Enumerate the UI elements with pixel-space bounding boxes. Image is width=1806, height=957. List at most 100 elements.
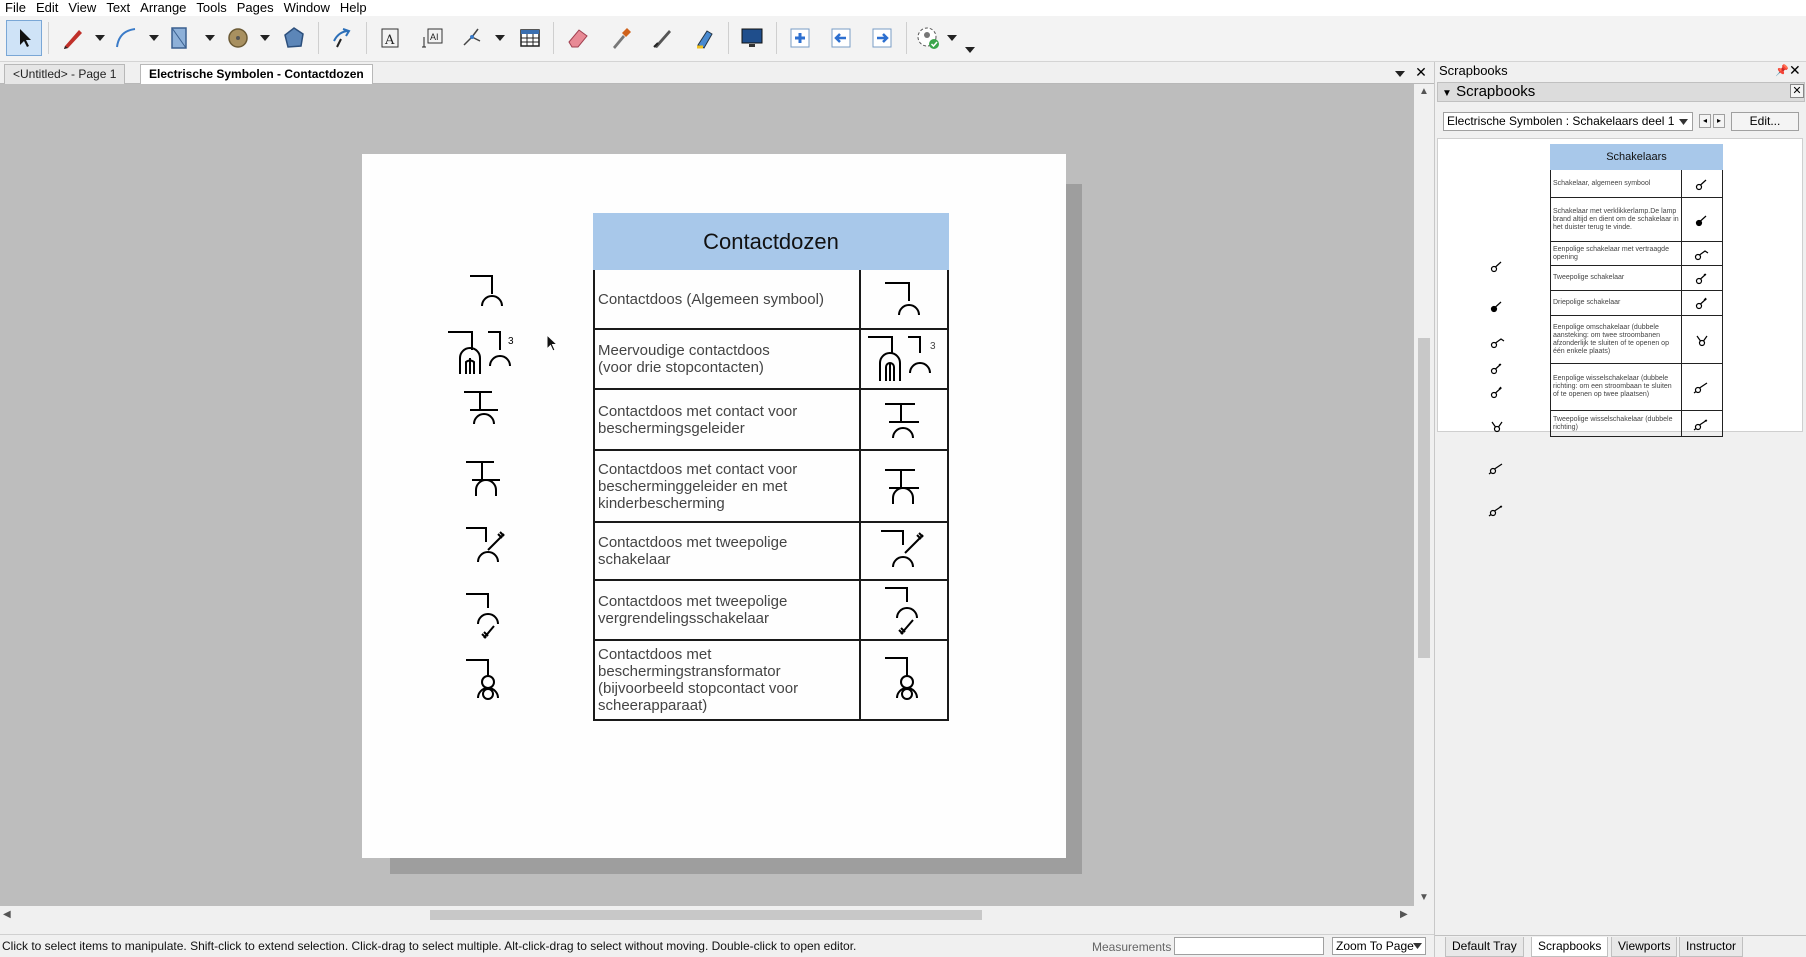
vertical-scrollbar[interactable]: ▲ ▼ — [1414, 84, 1434, 906]
contactdozen-table[interactable]: Contactdozen Contactdoos (Algemeen symbo… — [593, 213, 949, 721]
toolbar-overflow-icon[interactable] — [964, 44, 976, 56]
multiple-socket-symbol[interactable]: 3 — [446, 330, 526, 380]
vertical-scroll-thumb[interactable] — [1418, 338, 1430, 658]
tabs-dropdown-icon[interactable] — [1394, 66, 1408, 80]
table-icon — [520, 29, 540, 47]
switch-general-symbol[interactable] — [1490, 259, 1504, 273]
tab-instructor[interactable]: Instructor — [1679, 937, 1744, 957]
socket-protective-conductor-symbol[interactable] — [462, 390, 510, 430]
scroll-down-icon[interactable]: ▼ — [1419, 892, 1429, 903]
rectangle-tool-button[interactable] — [162, 20, 198, 56]
menu-help[interactable]: Help — [335, 0, 372, 16]
polygon-tool-button[interactable] — [276, 20, 312, 56]
shape-dropdown-icon[interactable] — [204, 32, 216, 44]
table-row[interactable]: Driepolige schakelaar — [1550, 291, 1723, 316]
knife-tool-button[interactable] — [644, 20, 680, 56]
scroll-right-icon[interactable]: ▶ — [1400, 909, 1408, 920]
menu-text[interactable]: Text — [101, 0, 135, 16]
eyedropper-tool-button[interactable] — [602, 20, 638, 56]
table-row[interactable]: Tweepolige wisselschakelaar (dubbele ric… — [1550, 411, 1723, 437]
pin-icon[interactable]: 📌 — [1775, 64, 1789, 77]
line-dropdown-icon[interactable] — [148, 32, 160, 44]
menu-view[interactable]: View — [63, 0, 101, 16]
menu-pages[interactable]: Pages — [232, 0, 279, 16]
add-page-button[interactable] — [782, 20, 818, 56]
highlighter-tool-button[interactable] — [686, 20, 722, 56]
table-row[interactable]: Eenpolige schakelaar met vertraagde open… — [1550, 242, 1723, 266]
row-description: Eenpolige schakelaar met vertraagde open… — [1551, 242, 1682, 265]
table-row[interactable]: Tweepolige schakelaar — [1550, 266, 1723, 291]
tab-default-tray[interactable]: Default Tray — [1445, 937, 1524, 957]
table-tool-button[interactable] — [512, 20, 548, 56]
scrapbooks-section-header[interactable]: ▼ Scrapbooks ✕ — [1437, 82, 1805, 102]
scrapbook-prev-icon[interactable]: ◂ — [1699, 114, 1711, 128]
switch-two-pole-alternating-symbol[interactable] — [1488, 503, 1506, 517]
table-row[interactable]: Meervoudige contactdoos (voor drie stopc… — [593, 330, 949, 390]
previous-page-icon — [831, 28, 851, 48]
switch-three-pole-symbol[interactable] — [1490, 385, 1504, 399]
schakelaars-table[interactable]: Schakelaars Schakelaar, algemeen symbool… — [1550, 144, 1723, 437]
presentation-tool-button[interactable] — [734, 20, 770, 56]
select-tool-button[interactable] — [6, 20, 42, 56]
socket-two-pole-switch-symbol[interactable] — [464, 526, 512, 570]
tab-viewports[interactable]: Viewports — [1611, 937, 1678, 957]
drawing-canvas[interactable]: 3 Contactdozen Contactdoos (Algemeen sym… — [0, 84, 1414, 906]
close-document-icon[interactable]: ✕ — [1414, 65, 1428, 79]
text-tool-button[interactable]: A — [372, 20, 408, 56]
pen-tool-button[interactable] — [55, 20, 91, 56]
close-section-icon[interactable]: ✕ — [1790, 84, 1804, 98]
menu-file[interactable]: File — [0, 0, 31, 16]
socket-locking-switch-symbol[interactable] — [464, 592, 512, 642]
table-row[interactable]: Eenpolige omschakelaar (dubbele aansteki… — [1550, 316, 1723, 364]
horizontal-scroll-thumb[interactable] — [430, 910, 982, 920]
connector-dropdown-icon[interactable] — [494, 32, 506, 44]
line-tool-button[interactable] — [108, 20, 144, 56]
table-row[interactable]: Contactdoos met contact voor bescherming… — [593, 390, 949, 451]
instructor-dropdown-icon[interactable] — [946, 32, 958, 44]
switch-indicator-symbol[interactable] — [1490, 299, 1504, 313]
multiline-text-tool-button[interactable]: AI — [414, 20, 450, 56]
menu-window[interactable]: Window — [279, 0, 335, 16]
circle-dropdown-icon[interactable] — [259, 32, 271, 44]
menu-arrange[interactable]: Arrange — [135, 0, 191, 16]
scroll-up-icon[interactable]: ▲ — [1419, 86, 1429, 97]
switch-changeover-symbol[interactable] — [1490, 419, 1504, 433]
scrapbook-next-icon[interactable]: ▸ — [1713, 114, 1725, 128]
socket-transformer-symbol[interactable] — [464, 658, 512, 706]
table-row[interactable]: Schakelaar met verklikkerlamp.De lamp br… — [1550, 198, 1723, 242]
zoom-select[interactable]: Zoom To Page — [1332, 937, 1426, 955]
table-row[interactable]: Contactdoos met beschermingstransformato… — [593, 641, 949, 721]
table-row[interactable]: Contactdoos met tweepolige vergrendeling… — [593, 581, 949, 641]
previous-page-button[interactable] — [823, 20, 859, 56]
zoom-value: Zoom To Page — [1336, 939, 1414, 953]
socket-general-symbol[interactable] — [468, 274, 508, 314]
table-row[interactable]: Contactdoos met contact voor bescherming… — [593, 451, 949, 523]
instructor-tool-button[interactable] — [910, 20, 946, 56]
switch-alternating-symbol[interactable] — [1488, 461, 1506, 475]
circle-tool-button[interactable] — [220, 20, 256, 56]
next-page-button[interactable] — [864, 20, 900, 56]
table-row[interactable]: Schakelaar, algemeen symbool — [1550, 170, 1723, 198]
scroll-left-icon[interactable]: ◀ — [3, 909, 11, 920]
menu-tools[interactable]: Tools — [191, 0, 231, 16]
edit-scrapbook-button[interactable]: Edit... — [1731, 112, 1799, 131]
tab-untitled-page-1[interactable]: <Untitled> - Page 1 — [4, 64, 126, 84]
table-row[interactable]: Contactdoos met tweepolige schakelaar — [593, 523, 949, 581]
eraser-tool-button[interactable] — [560, 20, 596, 56]
table-row[interactable]: Eenpolige wisselschakelaar (dubbele rich… — [1550, 364, 1723, 411]
horizontal-scrollbar[interactable]: ◀ ▶ — [0, 906, 1414, 924]
close-panel-icon[interactable]: ✕ — [1789, 62, 1801, 79]
measurements-field[interactable] — [1174, 937, 1324, 955]
pan-tool-button[interactable] — [324, 20, 360, 56]
connector-tool-button[interactable] — [455, 20, 491, 56]
switch-two-pole-symbol[interactable] — [1490, 361, 1504, 375]
page[interactable]: 3 Contactdozen Contactdoos (Algemeen sym… — [362, 154, 1066, 858]
tab-electrische-symbolen[interactable]: Electrische Symbolen - Contactdozen — [140, 64, 373, 84]
socket-child-protection-symbol[interactable] — [464, 460, 512, 502]
pen-dropdown-icon[interactable] — [94, 32, 106, 44]
table-row[interactable]: Contactdoos (Algemeen symbool) — [593, 270, 949, 330]
tab-scrapbooks[interactable]: Scrapbooks — [1531, 937, 1609, 957]
menu-edit[interactable]: Edit — [31, 0, 63, 16]
switch-delayed-symbol[interactable] — [1490, 335, 1506, 349]
scrapbook-select[interactable]: Electrische Symbolen : Schakelaars deel … — [1443, 112, 1693, 131]
